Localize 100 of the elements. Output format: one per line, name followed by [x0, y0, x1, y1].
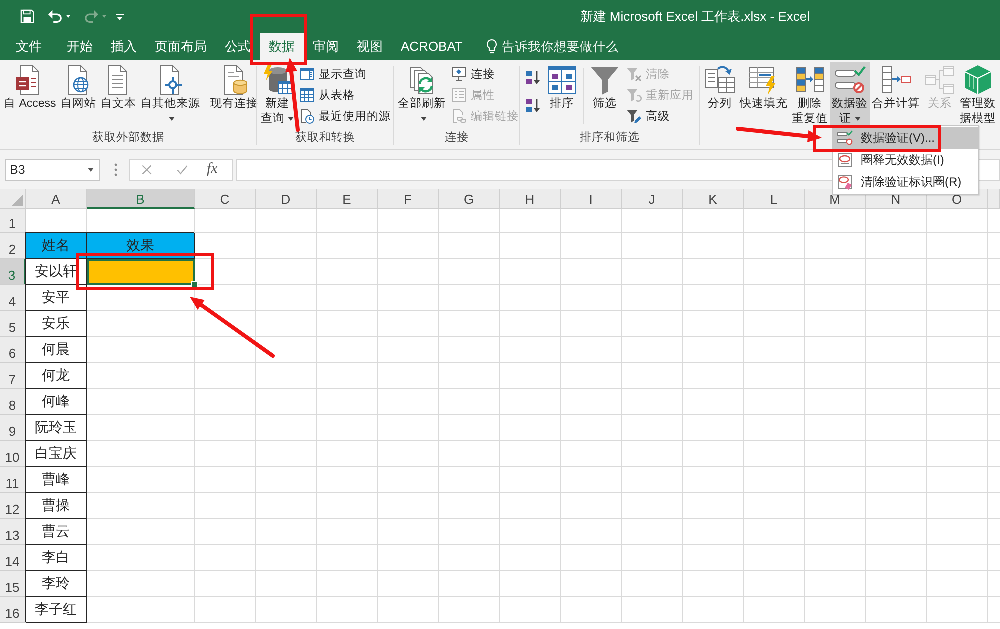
ribbon-tab[interactable]: 文件	[0, 33, 58, 60]
column-header[interactable]: C	[195, 189, 256, 209]
column-header[interactable]: H	[500, 189, 561, 209]
undo-icon[interactable]	[48, 9, 63, 24]
sort-descending-icon	[525, 98, 541, 114]
caret-icon[interactable]	[66, 15, 71, 18]
table-cell: 曹云	[26, 519, 87, 545]
name-box[interactable]: B3	[5, 158, 100, 180]
row-header[interactable]: 6	[0, 337, 26, 363]
sort-grid-icon	[546, 64, 578, 96]
document-clock-icon	[299, 108, 315, 124]
ribbon-tab[interactable]: 数据	[260, 33, 304, 60]
properties-icon	[451, 87, 467, 103]
group-label: 排序和筛选	[580, 130, 640, 145]
ribbon-button[interactable]: 分列	[702, 62, 738, 127]
row-header[interactable]: 2	[0, 233, 26, 259]
column-header[interactable]: E	[317, 189, 378, 209]
ribbon-button[interactable]: 数据验 证	[830, 62, 870, 127]
sort-ascending-icon	[525, 70, 541, 86]
ribbon-button[interactable]: 连接	[448, 64, 522, 84]
ribbon-tab[interactable]: 审阅	[304, 33, 348, 60]
row-header[interactable]: 7	[0, 363, 26, 389]
panel-icon	[299, 66, 315, 82]
ribbon-button[interactable]: 管理数 据模型	[958, 62, 998, 127]
row-header[interactable]: 13	[0, 519, 26, 545]
save-icon[interactable]	[20, 9, 35, 24]
row-header[interactable]: 15	[0, 571, 26, 597]
column-header[interactable]: F	[378, 189, 439, 209]
row-header[interactable]: 12	[0, 493, 26, 519]
ribbon-button[interactable]: 自其他来源	[138, 62, 202, 127]
data-model-icon	[962, 64, 994, 96]
ribbon-tab[interactable]: 页面布局	[146, 33, 216, 60]
clear-filter-icon	[626, 66, 642, 82]
consolidate-icon	[880, 64, 912, 96]
row-header[interactable]: 3	[0, 259, 26, 285]
ribbon-button[interactable]: 全部刷新	[396, 62, 448, 127]
ribbon-button[interactable]: 最近使用的源	[296, 106, 394, 126]
ribbon-button[interactable]: 高级	[623, 106, 697, 126]
table-cell: 安乐	[26, 311, 87, 337]
column-header[interactable]: L	[744, 189, 805, 209]
ribbon-button[interactable]: 删除 重复值	[790, 62, 830, 127]
ribbon-tab[interactable]: ACROBAT	[392, 33, 472, 60]
column-header[interactable]: I	[561, 189, 622, 209]
ribbon-tab[interactable]: 公式	[216, 33, 260, 60]
lightbulb-icon	[486, 38, 498, 54]
fill-handle[interactable]	[191, 281, 198, 288]
row-header[interactable]: 16	[0, 597, 26, 623]
database-table-icon	[262, 64, 294, 96]
ribbon-button[interactable]: 筛选	[587, 62, 623, 127]
document-link-icon	[451, 108, 467, 124]
more-icon[interactable]	[114, 162, 118, 176]
clear-circles-icon	[837, 174, 853, 190]
table-cell: 白宝庆	[26, 441, 87, 467]
column-header[interactable]: A	[26, 189, 87, 209]
column-header[interactable]: D	[256, 189, 317, 209]
data-validation-icon	[834, 64, 866, 96]
row-header[interactable]: 11	[0, 467, 26, 493]
group-label: 连接	[445, 130, 469, 145]
row-header[interactable]: 4	[0, 285, 26, 311]
row-header[interactable]: 14	[0, 545, 26, 571]
ribbon-tab[interactable]: 插入	[102, 33, 146, 60]
caret-icon	[854, 116, 860, 121]
insert-function-button[interactable]: fx	[205, 161, 220, 178]
table-cell: 何晨	[26, 337, 87, 363]
table-cell: 李白	[26, 545, 87, 571]
check-icon[interactable]	[176, 164, 189, 176]
ribbon-button[interactable]: 合并计算	[870, 62, 922, 127]
row-header[interactable]: 10	[0, 441, 26, 467]
column-header[interactable]: G	[439, 189, 500, 209]
menu-item[interactable]: 数据验证(V)...	[833, 127, 978, 149]
table-cell: 阮玲玉	[26, 415, 87, 441]
ribbon-button[interactable]: 新建 查询	[259, 62, 296, 127]
row-header[interactable]: 5	[0, 311, 26, 337]
menu-item[interactable]: 圈释无效数据(I)	[833, 149, 978, 171]
relationships-icon	[924, 64, 956, 96]
ribbon-button[interactable]: 排序	[544, 62, 580, 127]
split-columns-icon	[704, 64, 736, 96]
tell-me-field[interactable]: 告诉我你想要做什么	[502, 40, 624, 54]
row-header[interactable]: 1	[0, 209, 26, 233]
group-label: 获取外部数据	[92, 130, 164, 145]
column-header[interactable]: B	[87, 189, 195, 209]
table-cell: 曹峰	[26, 467, 87, 493]
ribbon-tab[interactable]: 视图	[348, 33, 392, 60]
row-header[interactable]: 9	[0, 415, 26, 441]
column-header[interactable]: K	[683, 189, 744, 209]
reapply-filter-icon	[626, 87, 642, 103]
ribbon-button[interactable]: 显示查询	[296, 64, 394, 84]
caret-icon[interactable]	[88, 168, 94, 172]
column-header[interactable]: J	[622, 189, 683, 209]
ribbon-tab[interactable]: 开始	[58, 33, 102, 60]
ribbon-button[interactable]: 快速填充	[738, 62, 790, 127]
group-label: 获取和转换	[296, 130, 356, 145]
table-cell: 曹操	[26, 493, 87, 519]
table-icon	[299, 87, 315, 103]
ribbon-button[interactable]: 从表格	[296, 84, 394, 106]
line-caret-icon[interactable]	[116, 12, 124, 20]
ribbon-button[interactable]: 自文本	[98, 62, 138, 127]
row-header[interactable]: 8	[0, 389, 26, 415]
ribbon-button[interactable]: 自 Access	[2, 62, 58, 127]
ribbon-button[interactable]: 自网站	[58, 62, 98, 127]
